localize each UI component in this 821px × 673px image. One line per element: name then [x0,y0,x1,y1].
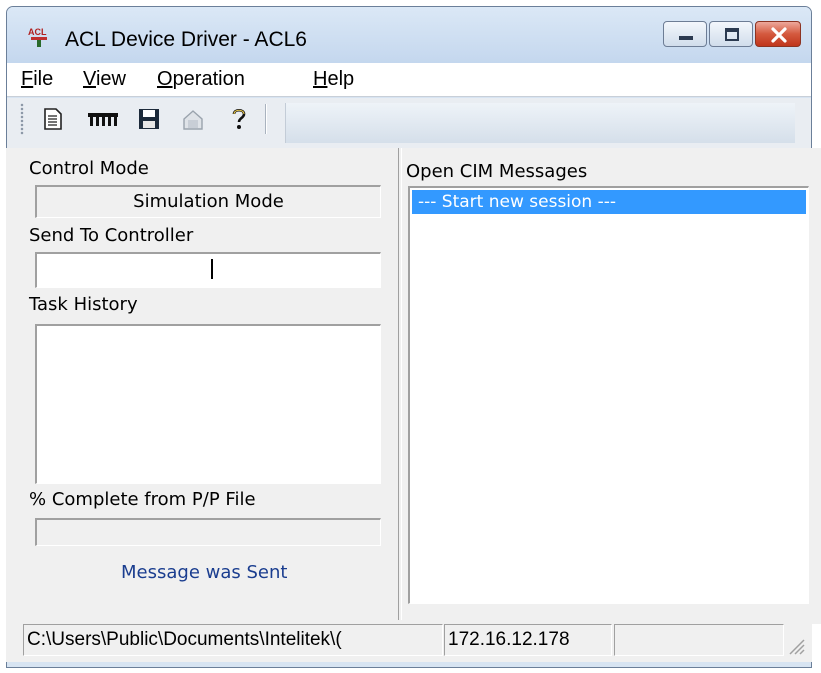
text-caret [211,259,213,279]
menu-bar: File View Operation Help [7,63,811,97]
menu-help-mnemonic: H [313,68,328,90]
status-path: C:\Users\Public\Documents\Intelitek\( [23,624,443,656]
menu-file-mnemonic: F [21,68,34,90]
svg-text:ACL: ACL [28,27,47,37]
menu-view-label: iew [95,68,126,90]
content-area: Control Mode Simulation Mode Send To Con… [6,148,821,624]
window-title: ACL Device Driver - ACL6 [65,28,307,51]
acl-app-icon: ACL [28,27,47,47]
list-item[interactable]: --- Start new session --- [412,190,806,214]
resize-grip-icon[interactable] [784,634,806,656]
title-bar[interactable]: ACL ACL Device Driver - ACL6 [7,7,811,63]
cim-messages-list[interactable]: --- Start new session --- [408,186,809,604]
status-bar: C:\Users\Public\Documents\Intelitek\( 17… [6,620,812,662]
progress-bar [35,518,381,546]
control-mode-box: Simulation Mode [35,185,381,218]
save-icon[interactable] [136,106,162,132]
task-history-label: Task History [29,294,138,315]
task-history-list[interactable] [35,324,381,484]
help-icon[interactable] [226,106,252,132]
minimize-button[interactable] [663,21,707,47]
menu-operation-label: peration [172,68,245,90]
menu-file[interactable]: File [21,68,53,91]
menu-file-label: ile [33,68,54,90]
menu-view-mnemonic: V [83,68,96,90]
minimize-icon [679,36,693,40]
maximize-icon [725,28,739,41]
close-button[interactable] [755,21,801,47]
status-extra [614,624,784,656]
status-message: Message was Sent [121,562,288,583]
send-to-controller-label: Send To Controller [29,225,194,246]
menu-help-label: elp [327,68,355,90]
toolbar-separator [265,104,267,134]
toolbar-filler [285,103,795,143]
send-to-controller-input[interactable] [35,252,381,288]
status-ip: 172.16.12.178 [444,624,612,656]
load-icon[interactable] [180,106,206,132]
control-mode-value: Simulation Mode [133,191,284,212]
control-mode-label: Control Mode [29,158,149,179]
toolbar-grip[interactable] [20,103,24,135]
panel-splitter[interactable] [398,148,402,624]
menu-operation[interactable]: Operation [157,68,245,91]
close-icon [771,27,787,43]
new-document-icon[interactable] [40,106,66,132]
cim-messages-label: Open CIM Messages [406,161,588,182]
menu-help[interactable]: Help [313,68,354,91]
menu-operation-mnemonic: O [157,68,173,90]
progress-label: % Complete from P/P File [29,489,256,510]
maximize-button[interactable] [709,21,753,47]
controller-icon[interactable] [86,106,120,132]
menu-view[interactable]: View [83,68,126,91]
